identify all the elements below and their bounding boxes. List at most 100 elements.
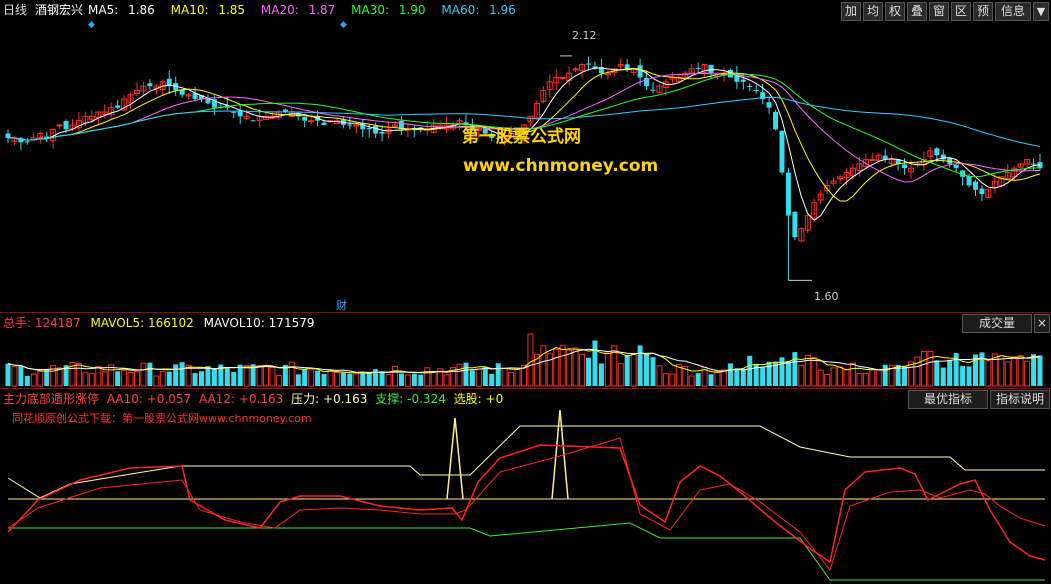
indicator-chart[interactable] bbox=[0, 410, 1051, 584]
volume-bar bbox=[998, 355, 1005, 387]
candle-body bbox=[934, 148, 940, 156]
volume-bar bbox=[837, 366, 844, 387]
volume-bar bbox=[127, 372, 134, 387]
candle-body bbox=[966, 175, 972, 186]
volume-bar bbox=[192, 373, 198, 386]
candle-body bbox=[347, 124, 353, 126]
volume-bar bbox=[11, 366, 18, 387]
candle-body bbox=[379, 131, 385, 134]
financial-report-marker[interactable]: 财 bbox=[336, 297, 347, 313]
toolbar-forecast-button[interactable]: 预 bbox=[973, 2, 993, 21]
candle-body bbox=[650, 89, 656, 91]
volume-bar bbox=[269, 367, 276, 387]
toolbar-range-button[interactable]: 区 bbox=[951, 2, 971, 21]
volume-indicator-dropdown[interactable]: 成交量 bbox=[962, 314, 1032, 333]
volume-bar bbox=[792, 352, 798, 386]
toolbar-add-button[interactable]: 加 bbox=[841, 2, 861, 21]
volume-bar bbox=[824, 373, 831, 387]
toolbar-average-button[interactable]: 均 bbox=[863, 2, 883, 21]
high-price-label: 2.12 bbox=[572, 29, 597, 42]
volume-bar bbox=[140, 362, 147, 387]
best-indicator-button[interactable]: 最优指标 bbox=[908, 390, 988, 409]
price-header: 日线 酒钢宏兴 MA5: 1.86 MA10: 1.85 MA20: 1.87 … bbox=[0, 0, 1051, 21]
volume-bar bbox=[766, 361, 772, 386]
volume-bar bbox=[527, 333, 534, 387]
volume-bar bbox=[115, 371, 121, 386]
volume-bar bbox=[637, 345, 643, 386]
candle-body bbox=[56, 124, 63, 127]
volume-bar bbox=[869, 368, 876, 387]
volume-bar bbox=[714, 371, 721, 387]
indicator-explain-button[interactable]: 指标说明 bbox=[990, 390, 1050, 409]
ma10-legend: MA10: 1.85 bbox=[170, 3, 246, 17]
volume-bar bbox=[295, 374, 301, 386]
ma60-legend: MA60: 1.96 bbox=[441, 3, 516, 17]
toolbar-overlay-button[interactable]: 叠 bbox=[907, 2, 927, 21]
stock-name: 酒钢宏兴 bbox=[35, 3, 84, 17]
volume-bar bbox=[288, 361, 295, 387]
volume-bar bbox=[727, 363, 733, 386]
volume-bar bbox=[475, 368, 482, 387]
candle-body bbox=[572, 68, 579, 71]
volume-bar bbox=[695, 373, 701, 386]
volume-bar bbox=[275, 374, 282, 387]
volume-bar bbox=[101, 371, 108, 387]
candle-body bbox=[250, 120, 256, 122]
volume-bar bbox=[644, 353, 650, 386]
volume-bar bbox=[256, 365, 263, 387]
volume-bar bbox=[540, 345, 547, 387]
volume-bar bbox=[360, 373, 366, 386]
volume-bar bbox=[353, 373, 360, 387]
candle-body bbox=[753, 89, 759, 91]
total-volume-legend: 总手: 124187 bbox=[3, 316, 81, 330]
volume-bar bbox=[1037, 355, 1043, 386]
volume-close-icon[interactable]: × bbox=[1034, 314, 1050, 333]
support-line bbox=[8, 522, 1045, 581]
candle-body bbox=[740, 79, 746, 82]
indicator-header: 主力底部遁形涨停 AA10: +0.057 AA12: +0.163 压力: +… bbox=[0, 389, 1051, 409]
volume-bar bbox=[579, 353, 586, 387]
volume-bar bbox=[553, 348, 560, 387]
volume-bar bbox=[392, 365, 398, 387]
candle-body bbox=[779, 130, 785, 173]
volume-bar bbox=[315, 370, 321, 386]
volume-bar bbox=[24, 375, 30, 386]
toolbar-rights-button[interactable]: 权 bbox=[885, 2, 905, 21]
volume-bar bbox=[734, 368, 740, 386]
pick-signal-spike bbox=[446, 417, 464, 500]
volume-bar bbox=[902, 366, 908, 386]
volume-bar bbox=[333, 371, 340, 387]
volume-bar bbox=[75, 362, 82, 387]
volume-bar bbox=[920, 350, 927, 387]
toolbar-window-button[interactable]: 窗 bbox=[929, 2, 949, 21]
volume-bar bbox=[404, 374, 411, 387]
volume-bar bbox=[514, 368, 521, 387]
volume-chart[interactable] bbox=[0, 333, 1051, 388]
volume-bar bbox=[5, 363, 11, 386]
candle-body bbox=[5, 133, 11, 138]
watermark-title: 第一股票公式网 bbox=[462, 127, 581, 147]
volume-bar bbox=[630, 353, 637, 387]
volume-bar bbox=[572, 347, 579, 387]
volume-bar bbox=[720, 369, 727, 387]
toolbar-info-button[interactable]: 信息 bbox=[995, 2, 1031, 21]
volume-bar bbox=[798, 365, 805, 387]
volume-bar bbox=[469, 370, 475, 386]
volume-bar bbox=[37, 370, 44, 387]
toolbar-dropdown-icon[interactable]: ▼ bbox=[1033, 2, 1049, 21]
volume-bar bbox=[411, 373, 417, 386]
volume-bar bbox=[650, 357, 656, 386]
candle-body bbox=[353, 124, 360, 127]
volume-bar bbox=[740, 368, 746, 386]
volume-bar bbox=[960, 366, 966, 386]
volume-bar bbox=[947, 359, 953, 386]
candle-body bbox=[792, 211, 798, 238]
volume-bar bbox=[482, 367, 488, 386]
volume-bar bbox=[95, 366, 102, 387]
candle-body bbox=[708, 64, 714, 74]
candle-body bbox=[624, 64, 630, 69]
volume-bar bbox=[979, 352, 985, 386]
volume-bar bbox=[927, 350, 934, 387]
period-label[interactable]: 日线 bbox=[3, 0, 27, 20]
ma-legend: MA5: 1.86 MA10: 1.85 MA20: 1.87 MA30: 1.… bbox=[88, 0, 528, 20]
